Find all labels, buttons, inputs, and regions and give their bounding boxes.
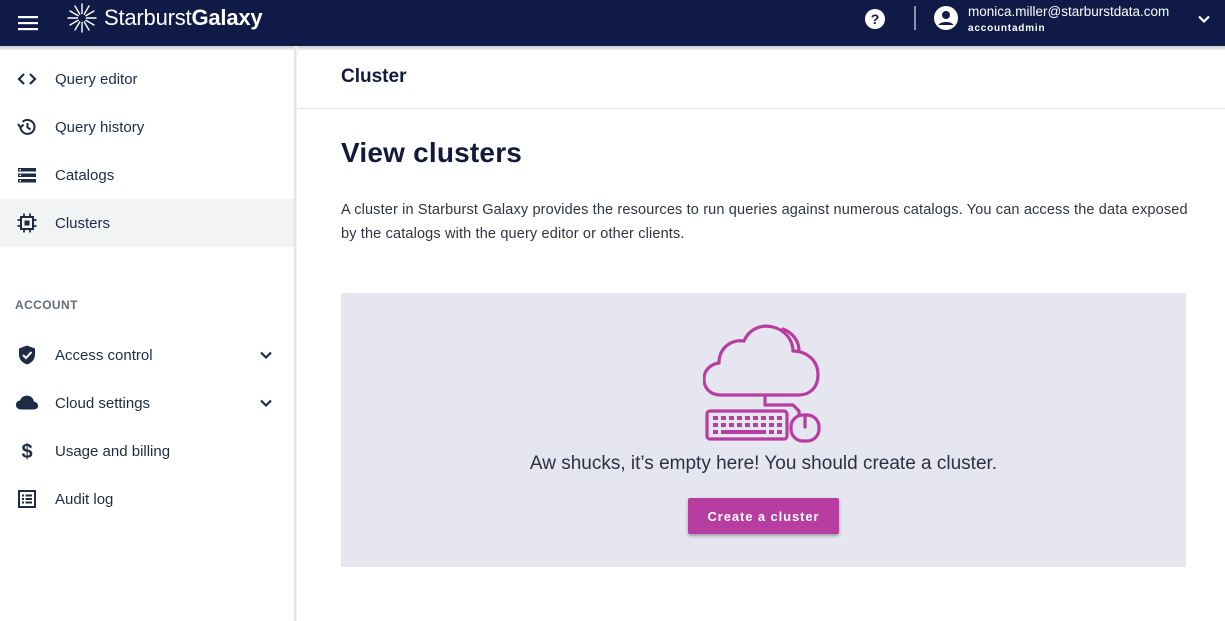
sidebar-item-catalogs[interactable]: Catalogs <box>0 151 294 199</box>
help-icon[interactable]: ? <box>863 7 887 31</box>
page-header: Cluster <box>297 50 1225 109</box>
logo-text: StarburstGalaxy <box>104 5 263 31</box>
sidebar-item-label: Clusters <box>55 214 111 232</box>
create-cluster-button[interactable]: Create a cluster <box>688 498 839 534</box>
cloud-icon <box>15 391 39 415</box>
list-icon <box>15 163 39 187</box>
history-icon <box>15 115 39 139</box>
logo-text-bold: Galaxy <box>191 5 263 30</box>
user-menu-chevron-down-icon[interactable] <box>1194 9 1214 29</box>
list-alt-icon <box>15 487 39 511</box>
chevron-down-icon[interactable] <box>256 393 276 413</box>
svg-text:$: $ <box>21 441 32 462</box>
cloud-computer-illustration-icon <box>702 323 827 443</box>
empty-state-panel: Aw shucks, it’s empty here! You should c… <box>341 293 1186 567</box>
starburst-galaxy-logo[interactable]: StarburstGalaxy <box>66 2 263 34</box>
user-email[interactable]: monica.miller@starburstdata.com <box>968 4 1169 19</box>
logo-text-light: Starburst <box>104 5 192 30</box>
sidebar-item-label: Audit log <box>55 490 114 508</box>
sidebar-item-query-editor[interactable]: Query editor <box>0 55 294 103</box>
dollar-icon: $ <box>15 439 39 463</box>
sidebar-item-label: Query history <box>55 118 145 136</box>
sidebar-item-cloud-settings[interactable]: Cloud settings <box>0 379 294 427</box>
chip-icon <box>15 211 39 235</box>
empty-state-message: Aw shucks, it’s empty here! You should c… <box>529 453 998 474</box>
svg-text:?: ? <box>871 11 880 27</box>
sidebar-item-label: Query editor <box>55 70 138 88</box>
page-title: View clusters <box>341 137 523 168</box>
sidebar-border <box>294 46 297 621</box>
sidebar-item-access-control[interactable]: Access control <box>0 331 294 379</box>
shield-icon <box>15 343 39 367</box>
account-section-label: ACCOUNT <box>15 298 78 312</box>
header-title: Cluster <box>341 66 407 87</box>
topbar-divider <box>914 6 916 30</box>
sidebar-item-label: Cloud settings <box>55 394 151 412</box>
user-role: accountadmin <box>968 23 1046 34</box>
sidebar-item-label: Usage and billing <box>55 442 171 460</box>
top-bar: StarburstGalaxy ? monica.miller@starburs… <box>0 0 1225 46</box>
sidebar-item-usage-and-billing[interactable]: $ Usage and billing <box>0 427 294 475</box>
sidebar-item-label: Catalogs <box>55 166 115 184</box>
page-description: A cluster in Starburst Galaxy provides t… <box>341 202 1188 242</box>
sidebar-item-label: Access control <box>55 346 153 364</box>
sidebar: Query editor Query history Catalogs Clus… <box>0 50 294 621</box>
starburst-logo-icon <box>67 3 97 33</box>
account-avatar-icon[interactable] <box>933 5 959 31</box>
chevron-down-icon[interactable] <box>256 345 276 365</box>
sidebar-item-clusters[interactable]: Clusters <box>0 199 294 247</box>
hamburger-menu-icon[interactable] <box>14 9 42 37</box>
sidebar-item-query-history[interactable]: Query history <box>0 103 294 151</box>
sidebar-item-audit-log[interactable]: Audit log <box>0 475 294 523</box>
code-icon <box>15 67 39 91</box>
